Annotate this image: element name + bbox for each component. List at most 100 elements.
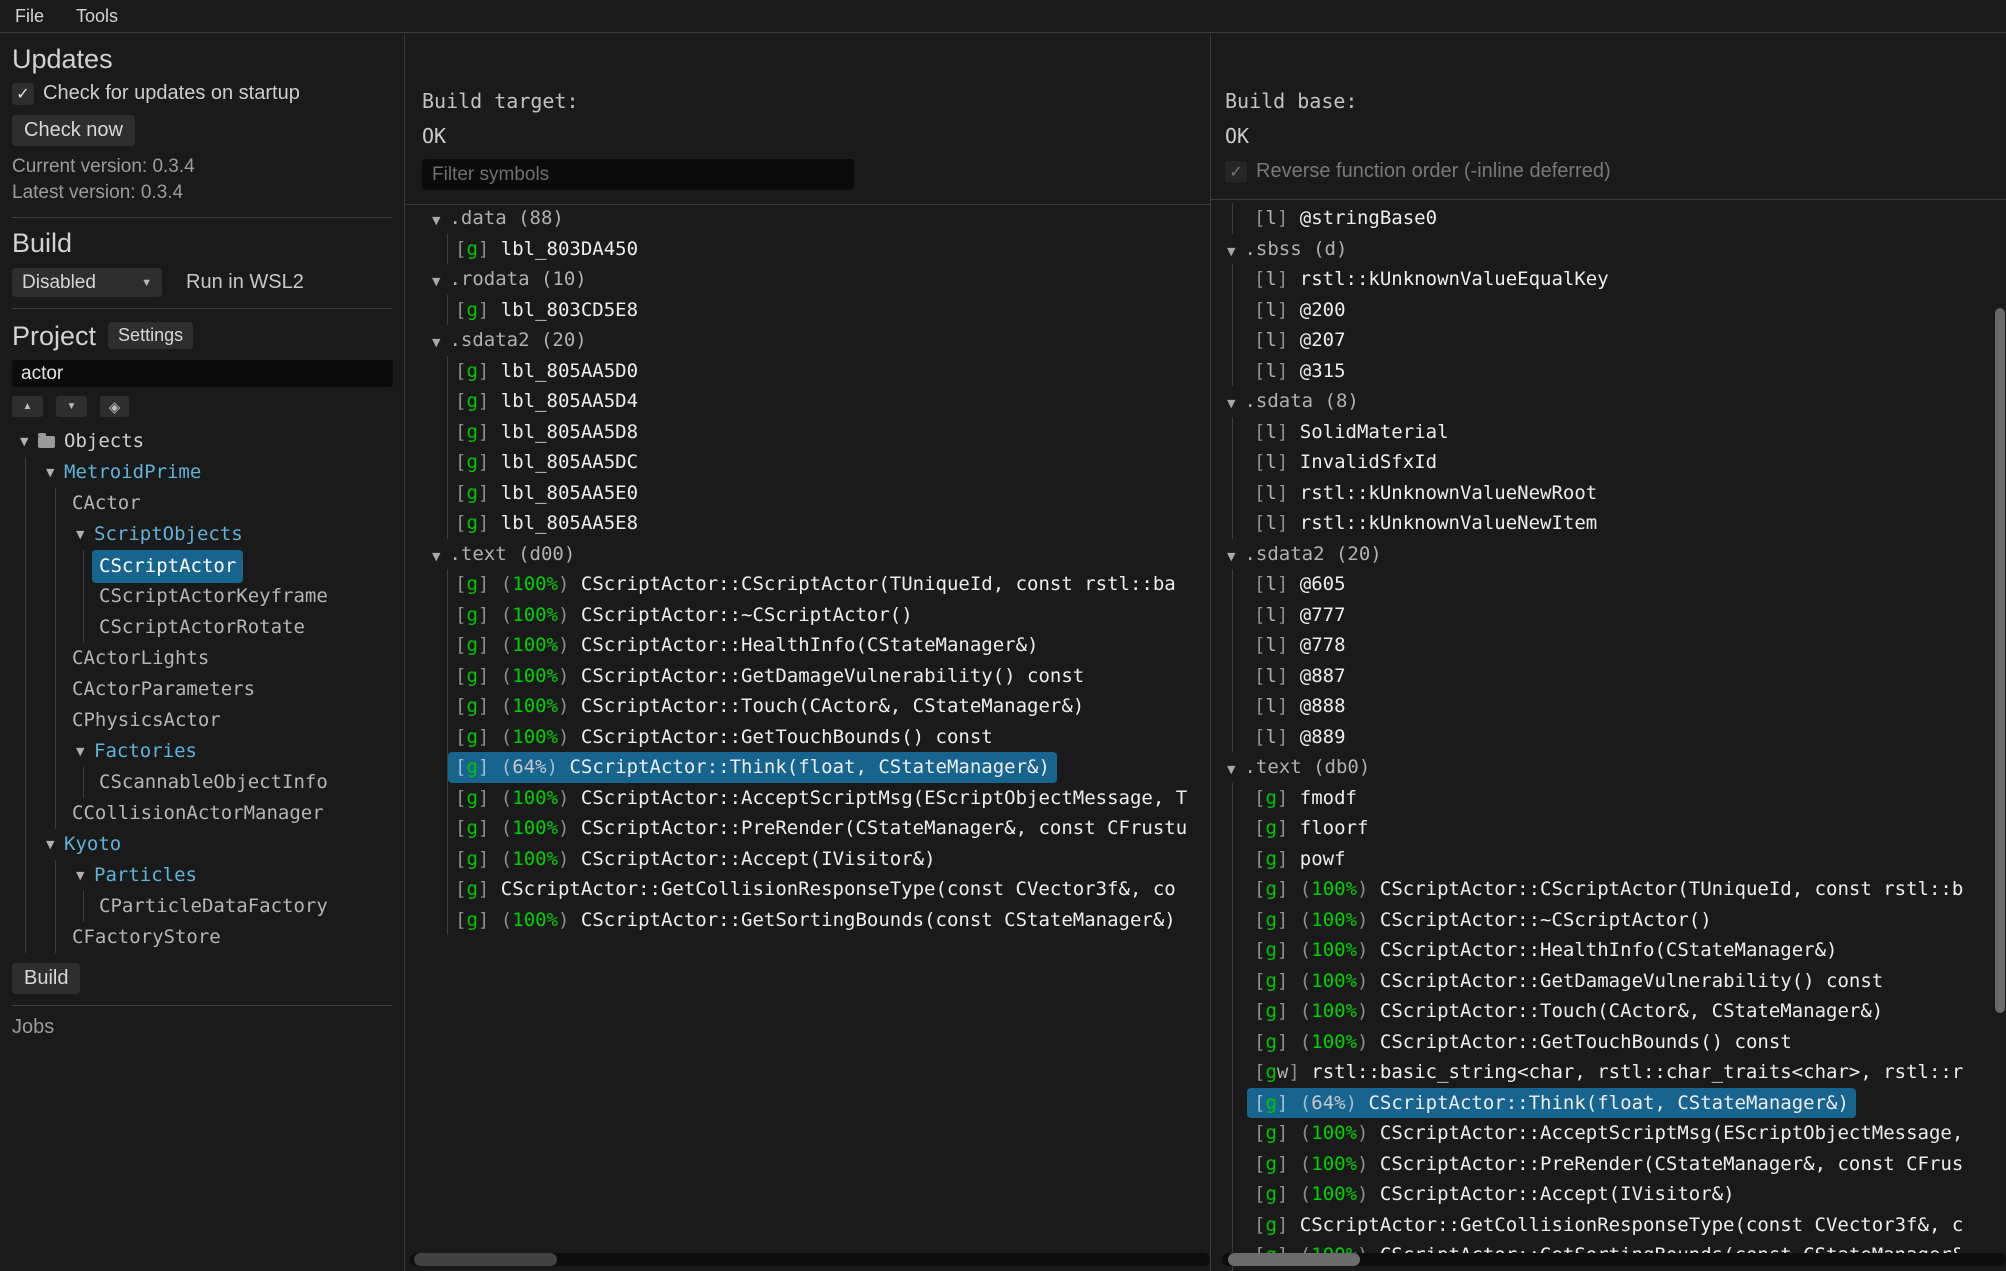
symbol-row[interactable]: [g] (100%) CScriptActor::Accept(IVisitor… bbox=[406, 844, 1210, 875]
section-header-row[interactable]: ▼.text (db0) bbox=[1211, 752, 2006, 783]
symbol-row[interactable]: [g] (100%) CScriptActor::Accept(IVisitor… bbox=[1211, 1179, 2006, 1210]
base-hscrollbar-thumb[interactable] bbox=[1228, 1253, 1360, 1266]
disclosure-triangle-icon[interactable]: ▼ bbox=[46, 829, 54, 860]
symbol-row[interactable]: [l] SolidMaterial bbox=[1211, 417, 2006, 448]
tree-item-Factories[interactable]: ▼Factories bbox=[12, 736, 392, 767]
symbol-row[interactable]: [g] lbl_805AA5D0 bbox=[406, 356, 1210, 387]
tree-item-Particles[interactable]: ▼Particles bbox=[12, 860, 392, 891]
symbol-row[interactable]: [g] (100%) CScriptActor::Touch(CActor&, … bbox=[1211, 996, 2006, 1027]
disclosure-triangle-icon[interactable]: ▼ bbox=[46, 457, 54, 488]
symbol-row[interactable]: [g] (64%) CScriptActor::Think(float, CSt… bbox=[1211, 1088, 2006, 1119]
tree-item-CPhysicsActor[interactable]: CPhysicsActor bbox=[12, 705, 392, 736]
symbol-row[interactable]: [g] (100%) CScriptActor::PreRender(CStat… bbox=[1211, 1149, 2006, 1180]
target-hscrollbar-thumb[interactable] bbox=[414, 1253, 557, 1266]
check-now-button[interactable]: Check now bbox=[12, 115, 135, 146]
build-button[interactable]: Build bbox=[12, 963, 80, 994]
object-search-input[interactable] bbox=[12, 360, 393, 387]
tree-item-CScriptActor[interactable]: CScriptActor bbox=[12, 550, 392, 581]
disclosure-triangle-icon[interactable]: ▼ bbox=[432, 275, 440, 288]
tree-item-ScriptObjects[interactable]: ▼ScriptObjects bbox=[12, 519, 392, 550]
disclosure-triangle-icon[interactable]: ▼ bbox=[1227, 763, 1235, 776]
symbol-row[interactable]: [g] lbl_805AA5E8 bbox=[406, 508, 1210, 539]
symbol-row[interactable]: [g] CScriptActor::GetCollisionResponseTy… bbox=[406, 874, 1210, 905]
symbol-row[interactable]: [g] (100%) CScriptActor::HealthInfo(CSta… bbox=[1211, 935, 2006, 966]
base-vscrollbar-thumb[interactable] bbox=[1995, 308, 2005, 1013]
symbol-row[interactable]: [g] (100%) CScriptActor::GetTouchBounds(… bbox=[1211, 1027, 2006, 1058]
symbol-row[interactable]: [g] (100%) CScriptActor::AcceptScriptMsg… bbox=[1211, 1118, 2006, 1149]
symbol-row[interactable]: [g] lbl_803DA450 bbox=[406, 234, 1210, 265]
menu-tools[interactable]: Tools bbox=[76, 6, 118, 27]
symbol-row[interactable]: [g] (100%) CScriptActor::GetTouchBounds(… bbox=[406, 722, 1210, 753]
symbol-row[interactable]: [l] @stringBase0 bbox=[1211, 203, 2006, 234]
section-header-row[interactable]: ▼.sbss (d) bbox=[1211, 234, 2006, 265]
symbol-row[interactable]: [g] (100%) CScriptActor::CScriptActor(TU… bbox=[1211, 874, 2006, 905]
disclosure-triangle-icon[interactable]: ▼ bbox=[76, 519, 84, 550]
symbol-row[interactable]: [l] @207 bbox=[1211, 325, 2006, 356]
symbol-row[interactable]: [g] (100%) CScriptActor::CScriptActor(TU… bbox=[406, 569, 1210, 600]
symbol-row[interactable]: [g] (100%) CScriptActor::GetSortingBound… bbox=[406, 905, 1210, 936]
tree-item-CActor[interactable]: CActor bbox=[12, 488, 392, 519]
tree-item-CParticleDataFactory[interactable]: CParticleDataFactory bbox=[12, 891, 392, 922]
tree-item-CScannableObjectInfo[interactable]: CScannableObjectInfo bbox=[12, 767, 392, 798]
symbol-row[interactable]: [g] CScriptActor::GetCollisionResponseTy… bbox=[1211, 1210, 2006, 1241]
symbol-row[interactable]: [g] (100%) CScriptActor::HealthInfo(CSta… bbox=[406, 630, 1210, 661]
symbol-row[interactable]: [g] floorf bbox=[1211, 813, 2006, 844]
tree-item-CScriptActorRotate[interactable]: CScriptActorRotate bbox=[12, 612, 392, 643]
disclosure-triangle-icon[interactable]: ▼ bbox=[432, 214, 440, 227]
symbol-row[interactable]: [g] (100%) CScriptActor::PreRender(CStat… bbox=[406, 813, 1210, 844]
symbol-row[interactable]: [g] (100%) CScriptActor::GetDamageVulner… bbox=[1211, 966, 2006, 997]
disclosure-triangle-icon[interactable]: ▼ bbox=[20, 426, 28, 457]
symbol-row[interactable]: [g] (100%) CScriptActor::AcceptScriptMsg… bbox=[406, 783, 1210, 814]
build-mode-dropdown[interactable]: Disabled ▼ bbox=[12, 268, 162, 297]
symbol-row[interactable]: [g] powf bbox=[1211, 844, 2006, 875]
tree-item-CFactoryStore[interactable]: CFactoryStore bbox=[12, 922, 392, 953]
disclosure-triangle-icon[interactable]: ▼ bbox=[76, 736, 84, 767]
disclosure-triangle-icon[interactable]: ▼ bbox=[1227, 245, 1235, 258]
symbol-row[interactable]: [l] InvalidSfxId bbox=[1211, 447, 2006, 478]
symbol-row[interactable]: [l] @605 bbox=[1211, 569, 2006, 600]
tree-item-Objects[interactable]: ▼Objects bbox=[12, 426, 392, 457]
disclosure-triangle-icon[interactable]: ▼ bbox=[76, 860, 84, 891]
symbol-row[interactable]: [l] rstl::kUnknownValueNewItem bbox=[1211, 508, 2006, 539]
tree-item-CCollisionActorManager[interactable]: CCollisionActorManager bbox=[12, 798, 392, 829]
section-header-row[interactable]: ▼.text (d00) bbox=[406, 539, 1210, 570]
tree-item-CActorLights[interactable]: CActorLights bbox=[12, 643, 392, 674]
disclosure-triangle-icon[interactable]: ▼ bbox=[1227, 550, 1235, 563]
section-header-row[interactable]: ▼.rodata (10) bbox=[406, 264, 1210, 295]
tree-item-CActorParameters[interactable]: CActorParameters bbox=[12, 674, 392, 705]
locate-current-button[interactable]: ◈ bbox=[100, 396, 129, 417]
symbol-row[interactable]: [g] lbl_805AA5D4 bbox=[406, 386, 1210, 417]
symbol-row[interactable]: [l] @778 bbox=[1211, 630, 2006, 661]
disclosure-triangle-icon[interactable]: ▼ bbox=[432, 336, 440, 349]
checkbox-checked-icon[interactable]: ✓ bbox=[12, 83, 34, 105]
menu-file[interactable]: File bbox=[15, 6, 44, 27]
symbol-row[interactable]: [g] (64%) CScriptActor::Think(float, CSt… bbox=[406, 752, 1210, 783]
symbol-row[interactable]: [g] lbl_805AA5D8 bbox=[406, 417, 1210, 448]
symbol-row[interactable]: [g] lbl_805AA5DC bbox=[406, 447, 1210, 478]
symbol-row[interactable]: [l] @315 bbox=[1211, 356, 2006, 387]
section-header-row[interactable]: ▼.sdata (8) bbox=[1211, 386, 2006, 417]
tree-item-MetroidPrime[interactable]: ▼MetroidPrime bbox=[12, 457, 392, 488]
symbol-row[interactable]: [g] lbl_805AA5E0 bbox=[406, 478, 1210, 509]
project-settings-button[interactable]: Settings bbox=[108, 322, 193, 349]
symbol-row[interactable]: [g] (100%) CScriptActor::~CScriptActor() bbox=[406, 600, 1210, 631]
symbol-row[interactable]: [l] @777 bbox=[1211, 600, 2006, 631]
symbol-row[interactable]: [g] (100%) CScriptActor::Touch(CActor&, … bbox=[406, 691, 1210, 722]
section-header-row[interactable]: ▼.sdata2 (20) bbox=[1211, 539, 2006, 570]
prev-match-button[interactable]: ▲ bbox=[12, 396, 43, 417]
symbol-row[interactable]: [gw] rstl::basic_string<char, rstl::char… bbox=[1211, 1057, 2006, 1088]
symbol-row[interactable]: [l] rstl::kUnknownValueNewRoot bbox=[1211, 478, 2006, 509]
symbol-row[interactable]: [l] @887 bbox=[1211, 661, 2006, 692]
disclosure-triangle-icon[interactable]: ▼ bbox=[1227, 397, 1235, 410]
symbol-row[interactable]: [l] @889 bbox=[1211, 722, 2006, 753]
updates-checkbox-row[interactable]: ✓ Check for updates on startup bbox=[12, 82, 392, 105]
next-match-button[interactable]: ▼ bbox=[56, 396, 87, 417]
section-header-row[interactable]: ▼.data (88) bbox=[406, 203, 1210, 234]
tree-item-CScriptActorKeyframe[interactable]: CScriptActorKeyframe bbox=[12, 581, 392, 612]
symbol-row[interactable]: [g] (100%) CScriptActor::GetDamageVulner… bbox=[406, 661, 1210, 692]
symbol-row[interactable]: [g] (100%) CScriptActor::~CScriptActor() bbox=[1211, 905, 2006, 936]
symbol-row[interactable]: [l] @200 bbox=[1211, 295, 2006, 326]
filter-symbols-input[interactable] bbox=[422, 159, 854, 190]
symbol-row[interactable]: [l] @888 bbox=[1211, 691, 2006, 722]
symbol-row[interactable]: [g] fmodf bbox=[1211, 783, 2006, 814]
